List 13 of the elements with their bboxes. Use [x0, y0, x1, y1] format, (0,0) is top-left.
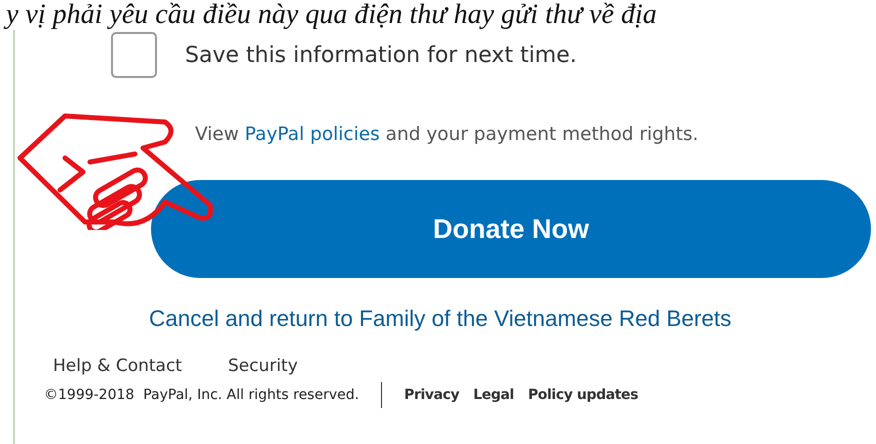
policies-text: View PayPal policies and your payment method rights. [194, 123, 700, 145]
footer-link[interactable]: Security [228, 356, 298, 376]
checkbox[interactable] [111, 32, 157, 78]
cancel-link[interactable]: Cancel and return to Family of the Vietnamese Red Berets [149, 306, 732, 331]
save-label: Save this information for next time. [185, 42, 577, 68]
copyright-text: ©1999-2018 PayPal, Inc. All rights reserved. [44, 387, 360, 403]
legal-link[interactable]: Policy updates [528, 387, 638, 403]
legal-link[interactable]: Legal [473, 387, 514, 403]
policies-link[interactable]: PayPal policies [244, 124, 380, 145]
caption-text: y vị phải yêu cầu điều này qua điện thư hay gửi thư về địa [0, 0, 876, 30]
donate-button[interactable]: Donate Now [151, 180, 871, 278]
legal-link[interactable]: Privacy [404, 387, 460, 403]
footer-link[interactable]: Help & Contact [53, 356, 182, 376]
